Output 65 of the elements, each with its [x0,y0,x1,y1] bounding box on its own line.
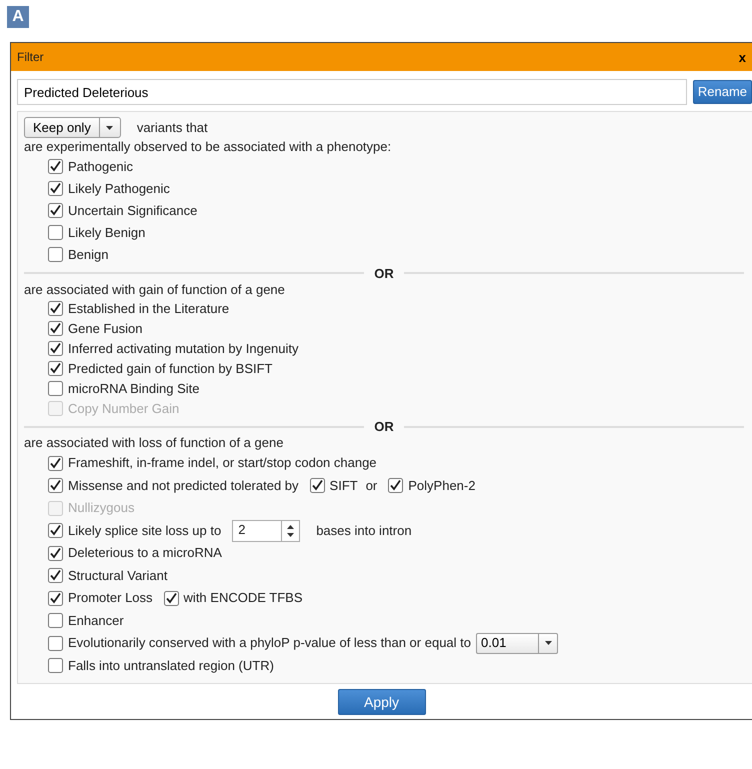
divider-label: OR [374,418,394,434]
checkbox[interactable] [48,613,63,628]
checkbox-label: Likely Pathogenic [68,180,170,196]
checkbox[interactable] [48,301,63,316]
value-dropdown[interactable]: 0.01 [476,632,558,654]
section-heading: are associated with loss of function of a gene [24,435,284,451]
label-text: or [366,478,378,494]
checkbox-label: Deleterious to a microRNA [68,545,222,562]
checkbox[interactable] [164,590,179,606]
checkbox[interactable] [48,341,63,356]
window-title: Filter [17,50,44,64]
checkbox-label: Pathogenic [68,158,134,174]
checkbox-label: Enhancer [68,612,124,629]
label-text: bases into intron [316,522,412,539]
checkbox[interactable] [48,181,63,196]
checkbox[interactable] [388,478,404,494]
checkbox[interactable] [48,361,63,376]
label-text: variants that [136,120,208,136]
checkbox[interactable] [48,546,63,561]
checkbox[interactable] [48,456,63,471]
checkbox-label: SIFT [330,478,358,494]
checkbox-label: Established in the Literature [68,300,230,317]
checkbox-label: Benign [68,246,108,262]
checkbox-label: Likely splice site loss up to [68,522,222,539]
checkbox-label: Frameshift, in-frame indel, or start/stop codon change [68,455,377,472]
caret-icon [106,126,114,130]
checkbox[interactable] [48,159,63,174]
close-button[interactable]: x [738,50,746,64]
checkbox-label: PolyPhen-2 [408,478,476,494]
number-spinner[interactable]: 2 [232,520,300,542]
checkbox-label: Predicted gain of function by BSIFT [68,360,272,377]
checkbox[interactable] [48,568,63,584]
checkbox-label: Inferred activating mutation by Ingenuity [68,340,299,357]
rename-button[interactable]: Rename [692,80,752,104]
checkbox-label: Evolutionarily conserved with a phyloP p-value of less than or equal to [68,635,471,652]
name-field[interactable]: Predicted Deleterious [17,79,687,105]
checkbox[interactable] [48,203,63,218]
checkbox-label: Uncertain Significance [68,202,198,218]
checkbox[interactable] [48,636,63,651]
section-heading: are associated with gain of function of a gene [24,282,286,298]
section-heading: are experimentally observed to be associated with a phenotype: [24,139,392,155]
checkbox-label: Promoter Loss [68,590,153,606]
apply-button[interactable]: Apply [338,688,426,715]
checkbox[interactable] [48,225,63,240]
divider-label: OR [374,266,394,282]
checkbox[interactable] [48,658,63,674]
checkbox[interactable] [48,523,63,538]
caret-icon [544,641,552,646]
checkbox-label: Likely Benign [68,224,146,240]
checkbox-label: Missense and not predicted tolerated by [68,478,299,494]
checkbox[interactable] [48,247,63,262]
checkbox[interactable] [48,478,63,494]
checkbox-label: Falls into untranslated region (UTR) [68,658,274,674]
checkbox-label: Nullizygous [68,500,134,516]
checkbox-label: Gene Fusion [68,320,142,337]
checkbox[interactable] [48,590,63,606]
checkbox-label: microRNA Binding Site [68,380,200,397]
checkbox[interactable] [48,321,63,336]
checkbox[interactable] [48,381,63,396]
checkbox-label: with ENCODE TFBS [184,590,302,606]
checkbox-label: Structural Variant [68,568,168,584]
checkbox[interactable] [310,478,325,494]
panel-label: A [7,6,29,28]
mode-dropdown[interactable]: Keep only [24,117,121,138]
checkbox-label: Copy Number Gain [68,400,180,417]
